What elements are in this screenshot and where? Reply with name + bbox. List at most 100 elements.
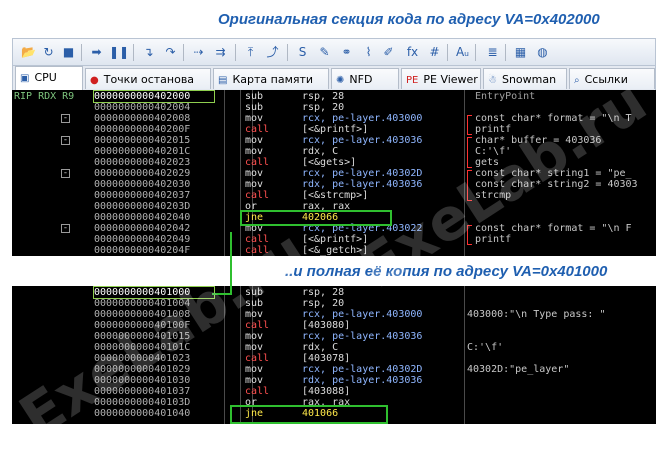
- open-folder-icon[interactable]: 📂: [19, 43, 38, 62]
- tab-label: CPU: [34, 71, 57, 84]
- address: 0000000000402029: [94, 168, 191, 179]
- tab-label: NFD: [349, 73, 373, 86]
- address: 0000000000402015: [94, 135, 191, 146]
- tab-snowman[interactable]: ☃ Snowman: [483, 68, 567, 89]
- mnemonic: mov: [245, 364, 264, 375]
- restart-icon[interactable]: ↻: [39, 43, 58, 62]
- comment: 40302D:"pe_layer": [467, 364, 570, 375]
- trace-icon[interactable]: ⇉: [211, 43, 230, 62]
- operands: rdx, pe-layer.403036: [302, 375, 423, 386]
- tab-label: Карта памяти: [232, 73, 314, 86]
- breakpoint-icon: ●: [90, 75, 99, 86]
- operands: rdx, C: [302, 342, 339, 353]
- disasm-row[interactable]: 0000000000401008 mov rcx, pe-layer.403000 4…: [12, 309, 656, 320]
- operands: rcx, pe-layer.403000: [302, 309, 423, 320]
- step-over-icon[interactable]: ↷: [161, 43, 180, 62]
- mnemonic: mov: [245, 375, 264, 386]
- mnemonic: sub: [245, 91, 264, 102]
- highlight-icon[interactable]: ✐: [379, 43, 398, 62]
- nfd-icon: ✺: [336, 75, 345, 86]
- collapse-toggle-icon[interactable]: -: [61, 169, 70, 178]
- operands: [403088]: [302, 386, 351, 397]
- list-icon[interactable]: ≣: [483, 43, 502, 62]
- tab-breakpoint[interactable]: ● Точки останова: [85, 68, 211, 89]
- address: 000000000040204F: [94, 245, 191, 256]
- globe-icon[interactable]: ◍: [533, 43, 552, 62]
- tab-memory-map[interactable]: ▤ Карта памяти: [213, 68, 329, 89]
- tab-label: Snowman: [501, 73, 557, 86]
- operands: rsp, 20: [302, 298, 345, 309]
- operands: rcx, pe-layer.40302D: [302, 168, 423, 179]
- toolbar-separator: [235, 44, 236, 61]
- operands: [<&strcmp>]: [302, 190, 369, 201]
- disasm-row[interactable]: 0000000000402049 call [<&printf>] printf: [12, 234, 656, 245]
- collapse-toggle-icon[interactable]: -: [61, 114, 70, 123]
- tab-pe[interactable]: PE PE Viewer: [401, 68, 481, 89]
- disasm-row[interactable]: 0000000000402037 call [<&strcmp>] strcmp: [12, 190, 656, 201]
- toolbar-separator: [447, 44, 448, 61]
- mnemonic: mov: [245, 113, 264, 124]
- toolbar-separator: [475, 44, 476, 61]
- toolbar-separator: [133, 44, 134, 61]
- mnemonic: call: [245, 124, 270, 135]
- mnemonic: mov: [245, 331, 264, 342]
- comment: EntryPoint: [475, 91, 536, 102]
- patch-icon[interactable]: ✎: [315, 43, 334, 62]
- mnemonic: mov: [245, 146, 264, 157]
- calculator-icon[interactable]: ▦: [511, 43, 530, 62]
- argument-bracket: [467, 115, 472, 135]
- comment: 403000:"\n Type pass: ": [467, 309, 606, 320]
- toolbar-separator: [81, 44, 82, 61]
- operands: rdx, C: [302, 146, 339, 157]
- disasm-row[interactable]: 0000000000401004 sub rsp, 20: [12, 298, 656, 309]
- tab-label: PE Viewer: [423, 73, 478, 86]
- snowman-icon: ☃: [488, 75, 497, 86]
- mnemonic: call: [245, 353, 270, 364]
- disasm-row[interactable]: 0000000000401000 sub rsp, 28: [12, 286, 656, 299]
- comment: printf: [475, 124, 512, 135]
- operands: rcx, pe-layer.40302D: [302, 364, 423, 375]
- function-icon[interactable]: fx: [403, 43, 422, 62]
- middle-caption: ..и полная её копия по адресу VA=0x40100…: [285, 263, 608, 280]
- link-icon[interactable]: ⚭: [337, 43, 356, 62]
- toolbar-separator: [183, 44, 184, 61]
- font-icon[interactable]: Aᵤ: [453, 43, 472, 62]
- mnemonic: sub: [245, 102, 264, 113]
- memory-map-icon: ▤: [218, 75, 228, 86]
- run-to-user-code-icon[interactable]: ⤴: [263, 43, 282, 62]
- register-label: RIP RDX R9: [14, 91, 75, 102]
- mnemonic: mov: [245, 342, 264, 353]
- execute-till-return-icon[interactable]: ⤒: [241, 43, 260, 62]
- stop-icon[interactable]: ■: [59, 43, 78, 62]
- pe-icon: PE: [406, 75, 419, 86]
- pause-icon[interactable]: ❚❚: [109, 43, 129, 62]
- address: 0000000000402042: [94, 223, 191, 234]
- tab-bar: ▣ CPU ● Точки останова ▤ Карта памяти ✺ NFD PE PE…: [12, 66, 656, 90]
- mnemonic: call: [245, 320, 270, 331]
- mnemonic: call: [245, 157, 270, 168]
- collapse-toggle-icon[interactable]: -: [61, 136, 70, 145]
- operands: rcx, pe-layer.403036: [302, 331, 423, 342]
- search-icon: ⌕: [574, 75, 580, 86]
- disasm-row[interactable]: RIP RDX R9 0000000000402000 sub rsp, 28 Entr…: [12, 90, 656, 103]
- tab-cpu[interactable]: ▣ CPU: [15, 66, 83, 90]
- jne-highlight-box: [240, 210, 392, 226]
- paperclip-icon[interactable]: ⌇: [359, 43, 378, 62]
- run-to-icon[interactable]: ⇢: [189, 43, 208, 62]
- collapse-toggle-icon[interactable]: -: [61, 224, 70, 233]
- operands: rdx, pe-layer.403036: [302, 179, 423, 190]
- disasm-row[interactable]: 000000000040204F call [<&_getch>]: [12, 245, 656, 256]
- script-icon[interactable]: S: [293, 43, 312, 62]
- operands: rsp, 28: [302, 287, 345, 298]
- run-icon[interactable]: ➡: [87, 43, 106, 62]
- tab-nfd[interactable]: ✺ NFD: [331, 68, 399, 89]
- toolbar-separator: [505, 44, 506, 61]
- hash-icon[interactable]: #: [425, 43, 444, 62]
- address: 0000000000402049: [94, 234, 191, 245]
- jne-highlight-box: [230, 405, 388, 424]
- step-into-icon[interactable]: ↴: [139, 43, 158, 62]
- operands: [403078]: [302, 353, 351, 364]
- address: 0000000000402004: [94, 102, 191, 113]
- address: 000000000040201C: [94, 146, 191, 157]
- address: 0000000000402008: [94, 113, 191, 124]
